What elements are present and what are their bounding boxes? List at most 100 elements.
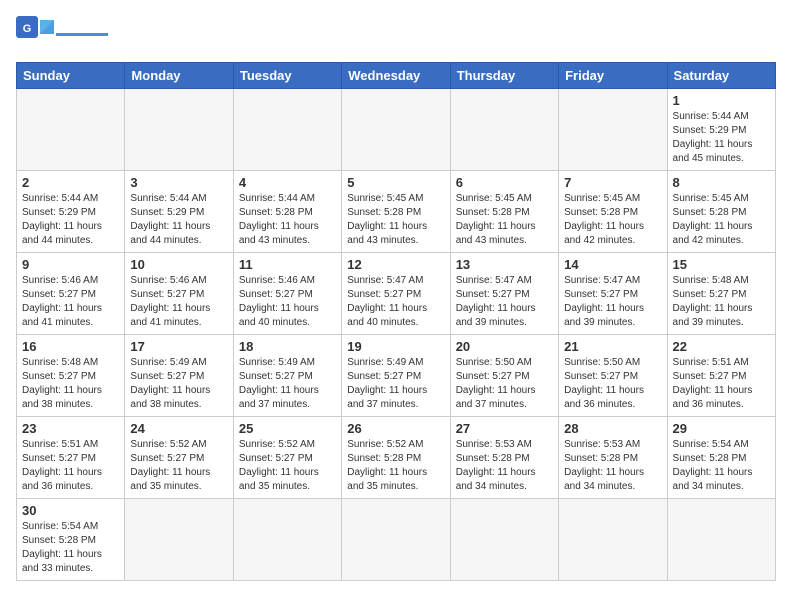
day-number: 14 (564, 257, 661, 272)
day-number: 27 (456, 421, 553, 436)
day-content: Sunrise: 5:50 AM Sunset: 5:27 PM Dayligh… (456, 356, 553, 412)
logo: G (16, 16, 108, 52)
calendar-cell (559, 499, 667, 581)
day-number: 28 (564, 421, 661, 436)
day-content: Sunrise: 5:44 AM Sunset: 5:29 PM Dayligh… (22, 192, 119, 248)
calendar-week-row: 9 Sunrise: 5:46 AM Sunset: 5:27 PM Daylig… (17, 253, 776, 335)
calendar-cell: 19 Sunrise: 5:49 AM Sunset: 5:27 PM Dayli… (342, 335, 450, 417)
calendar-cell: 25 Sunrise: 5:52 AM Sunset: 5:27 PM Dayli… (233, 417, 341, 499)
calendar-cell (233, 89, 341, 171)
day-number: 8 (673, 175, 770, 190)
calendar-cell: 17Sunrise: 5:49 AM Sunset: 5:27 PM Dayli… (125, 335, 233, 417)
day-content: Sunrise: 5:47 AM Sunset: 5:27 PM Dayligh… (564, 274, 661, 330)
day-number: 5 (347, 175, 444, 190)
day-content: Sunrise: 5:45 AM Sunset: 5:28 PM Dayligh… (564, 192, 661, 248)
day-content: Sunrise: 5:49 AM Sunset: 5:27 PM Dayligh… (239, 356, 336, 412)
day-number: 1 (673, 93, 770, 108)
day-header-thursday: Thursday (450, 63, 558, 89)
calendar-cell: 26 Sunrise: 5:52 AM Sunset: 5:28 PM Dayli… (342, 417, 450, 499)
calendar-cell: 9 Sunrise: 5:46 AM Sunset: 5:27 PM Daylig… (17, 253, 125, 335)
day-content: Sunrise: 5:46 AM Sunset: 5:27 PM Dayligh… (130, 274, 227, 330)
day-content: Sunrise: 5:44 AM Sunset: 5:29 PM Dayligh… (673, 110, 770, 166)
day-content: Sunrise: 5:45 AM Sunset: 5:28 PM Dayligh… (456, 192, 553, 248)
day-number: 21 (564, 339, 661, 354)
calendar-cell (342, 499, 450, 581)
day-content: Sunrise: 5:52 AM Sunset: 5:28 PM Dayligh… (347, 438, 444, 494)
calendar-cell (342, 89, 450, 171)
calendar-cell: 6Sunrise: 5:45 AM Sunset: 5:28 PM Daylig… (450, 171, 558, 253)
day-number: 15 (673, 257, 770, 272)
day-number: 25 (239, 421, 336, 436)
svg-text:G: G (23, 23, 32, 35)
generalblue-logo-icon: G (16, 16, 56, 52)
calendar-cell: 30Sunrise: 5:54 AM Sunset: 5:28 PM Dayli… (17, 499, 125, 581)
calendar-cell: 11 Sunrise: 5:46 AM Sunset: 5:27 PM Dayli… (233, 253, 341, 335)
calendar-week-row: 1 Sunrise: 5:44 AM Sunset: 5:29 PM Daylig… (17, 89, 776, 171)
day-content: Sunrise: 5:51 AM Sunset: 5:27 PM Dayligh… (673, 356, 770, 412)
day-content: Sunrise: 5:44 AM Sunset: 5:29 PM Dayligh… (130, 192, 227, 248)
day-number: 3 (130, 175, 227, 190)
day-content: Sunrise: 5:52 AM Sunset: 5:27 PM Dayligh… (239, 438, 336, 494)
calendar-cell: 5 Sunrise: 5:45 AM Sunset: 5:28 PM Daylig… (342, 171, 450, 253)
day-content: Sunrise: 5:51 AM Sunset: 5:27 PM Dayligh… (22, 438, 119, 494)
calendar-cell (233, 499, 341, 581)
day-number: 29 (673, 421, 770, 436)
calendar-cell: 16Sunrise: 5:48 AM Sunset: 5:27 PM Dayli… (17, 335, 125, 417)
header-area: G (16, 16, 776, 52)
day-number: 9 (22, 257, 119, 272)
day-content: Sunrise: 5:53 AM Sunset: 5:28 PM Dayligh… (456, 438, 553, 494)
day-content: Sunrise: 5:49 AM Sunset: 5:27 PM Dayligh… (130, 356, 227, 412)
day-content: Sunrise: 5:49 AM Sunset: 5:27 PM Dayligh… (347, 356, 444, 412)
day-content: Sunrise: 5:52 AM Sunset: 5:27 PM Dayligh… (130, 438, 227, 494)
day-number: 20 (456, 339, 553, 354)
calendar-cell: 2Sunrise: 5:44 AM Sunset: 5:29 PM Daylig… (17, 171, 125, 253)
day-number: 11 (239, 257, 336, 272)
calendar-week-row: 30Sunrise: 5:54 AM Sunset: 5:28 PM Dayli… (17, 499, 776, 581)
calendar-week-row: 16Sunrise: 5:48 AM Sunset: 5:27 PM Dayli… (17, 335, 776, 417)
calendar-header-row: SundayMondayTuesdayWednesdayThursdayFrid… (17, 63, 776, 89)
page: G SundayMondayTuesdayWednesdayThursdayFr… (0, 0, 792, 597)
day-content: Sunrise: 5:46 AM Sunset: 5:27 PM Dayligh… (239, 274, 336, 330)
calendar-cell (125, 89, 233, 171)
calendar-cell: 1 Sunrise: 5:44 AM Sunset: 5:29 PM Daylig… (667, 89, 775, 171)
calendar-week-row: 23 Sunrise: 5:51 AM Sunset: 5:27 PM Dayli… (17, 417, 776, 499)
day-number: 23 (22, 421, 119, 436)
day-content: Sunrise: 5:48 AM Sunset: 5:27 PM Dayligh… (673, 274, 770, 330)
day-header-tuesday: Tuesday (233, 63, 341, 89)
calendar-cell: 24Sunrise: 5:52 AM Sunset: 5:27 PM Dayli… (125, 417, 233, 499)
day-number: 12 (347, 257, 444, 272)
day-content: Sunrise: 5:45 AM Sunset: 5:28 PM Dayligh… (347, 192, 444, 248)
calendar-cell: 12 Sunrise: 5:47 AM Sunset: 5:27 PM Dayli… (342, 253, 450, 335)
calendar-cell: 21 Sunrise: 5:50 AM Sunset: 5:27 PM Dayli… (559, 335, 667, 417)
day-header-sunday: Sunday (17, 63, 125, 89)
calendar-cell: 27 Sunrise: 5:53 AM Sunset: 5:28 PM Dayli… (450, 417, 558, 499)
day-content: Sunrise: 5:47 AM Sunset: 5:27 PM Dayligh… (456, 274, 553, 330)
day-number: 4 (239, 175, 336, 190)
day-header-friday: Friday (559, 63, 667, 89)
day-number: 7 (564, 175, 661, 190)
day-header-wednesday: Wednesday (342, 63, 450, 89)
calendar-cell: 8 Sunrise: 5:45 AM Sunset: 5:28 PM Daylig… (667, 171, 775, 253)
day-content: Sunrise: 5:44 AM Sunset: 5:28 PM Dayligh… (239, 192, 336, 248)
calendar-cell: 14 Sunrise: 5:47 AM Sunset: 5:27 PM Dayli… (559, 253, 667, 335)
calendar-cell (17, 89, 125, 171)
day-content: Sunrise: 5:47 AM Sunset: 5:27 PM Dayligh… (347, 274, 444, 330)
calendar-cell: 3 Sunrise: 5:44 AM Sunset: 5:29 PM Daylig… (125, 171, 233, 253)
calendar-cell: 20 Sunrise: 5:50 AM Sunset: 5:27 PM Dayli… (450, 335, 558, 417)
calendar-week-row: 2Sunrise: 5:44 AM Sunset: 5:29 PM Daylig… (17, 171, 776, 253)
day-number: 10 (130, 257, 227, 272)
day-content: Sunrise: 5:45 AM Sunset: 5:28 PM Dayligh… (673, 192, 770, 248)
day-content: Sunrise: 5:48 AM Sunset: 5:27 PM Dayligh… (22, 356, 119, 412)
calendar-cell: 13Sunrise: 5:47 AM Sunset: 5:27 PM Dayli… (450, 253, 558, 335)
day-number: 18 (239, 339, 336, 354)
calendar-cell (450, 499, 558, 581)
day-number: 30 (22, 503, 119, 518)
day-number: 19 (347, 339, 444, 354)
day-content: Sunrise: 5:46 AM Sunset: 5:27 PM Dayligh… (22, 274, 119, 330)
day-content: Sunrise: 5:50 AM Sunset: 5:27 PM Dayligh… (564, 356, 661, 412)
day-content: Sunrise: 5:54 AM Sunset: 5:28 PM Dayligh… (673, 438, 770, 494)
calendar-cell (667, 499, 775, 581)
calendar-cell (125, 499, 233, 581)
day-number: 22 (673, 339, 770, 354)
day-number: 26 (347, 421, 444, 436)
